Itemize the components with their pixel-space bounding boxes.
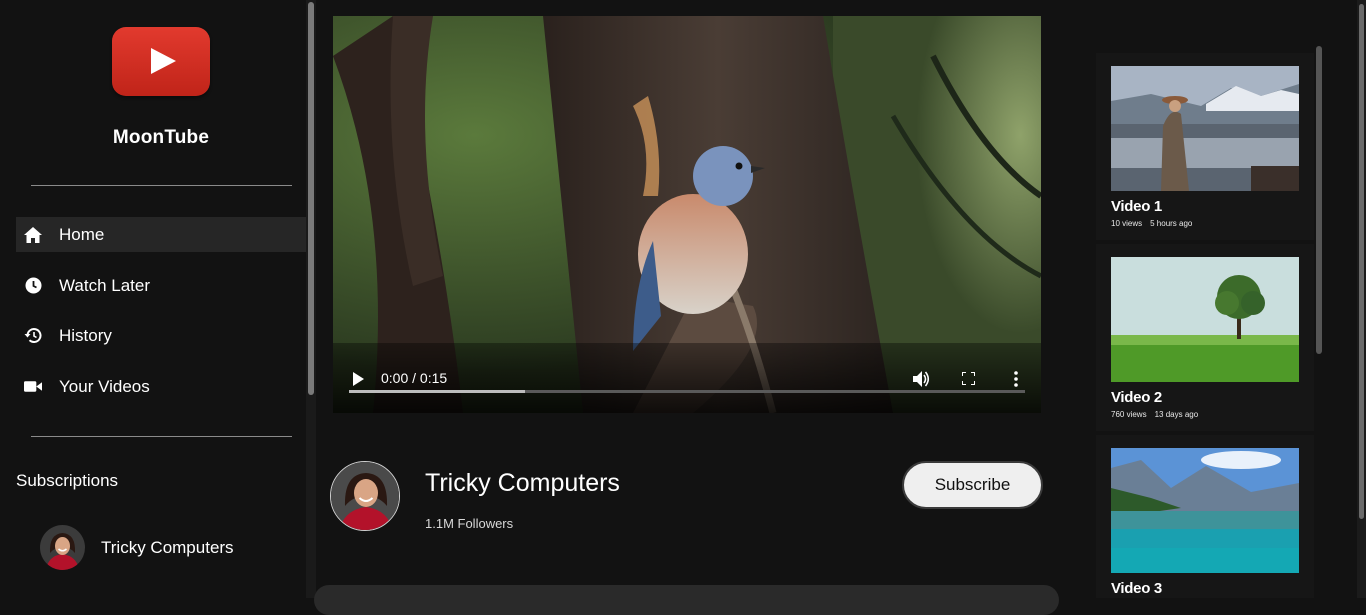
nav-item-label: History: [59, 325, 112, 345]
comment-input[interactable]: [314, 585, 1059, 615]
play-icon[interactable]: [352, 372, 364, 386]
nav-item-label: Your Videos: [59, 376, 150, 396]
nav-item-label: Watch Later: [59, 275, 151, 295]
video-meta: 760 views 13 days ago: [1111, 410, 1198, 419]
video-age: 5 hours ago: [1150, 219, 1193, 228]
volume-icon[interactable]: [913, 371, 930, 387]
recommended-list: Video 1 10 views 5 hours ago Video 2 760 …: [1096, 53, 1314, 598]
recommended-scrollbar[interactable]: [1316, 46, 1322, 354]
video-age: 13 days ago: [1154, 410, 1199, 419]
video-thumbnail[interactable]: [1111, 66, 1299, 191]
video-views: 10 views: [1111, 219, 1143, 228]
scrollbar-thumb[interactable]: [308, 2, 314, 395]
channel-name[interactable]: Tricky Computers: [425, 469, 620, 498]
nav-item-watch-later[interactable]: Watch Later: [16, 268, 306, 303]
video-thumbnail[interactable]: [1111, 257, 1299, 382]
video-title[interactable]: Video 3: [1111, 580, 1162, 597]
video-player[interactable]: 0:00 / 0:15: [333, 16, 1041, 413]
player-progress-bar[interactable]: [349, 390, 1025, 393]
video-card[interactable]: Video 3: [1096, 435, 1314, 598]
nav-item-home[interactable]: Home: [16, 217, 306, 252]
avatar: [40, 525, 85, 570]
subscribe-button[interactable]: Subscribe: [902, 461, 1043, 509]
moontube-logo[interactable]: [112, 27, 210, 96]
clock-icon: [24, 277, 42, 295]
divider: [31, 185, 292, 186]
player-controls: 0:00 / 0:15: [333, 343, 1041, 413]
video-meta: 10 views 5 hours ago: [1111, 219, 1192, 228]
channel-avatar[interactable]: [330, 461, 400, 531]
history-icon: [24, 327, 42, 345]
sidebar: MoonTube Home Watch Later History Your V…: [0, 0, 306, 598]
video-title[interactable]: Video 2: [1111, 389, 1162, 406]
video-card[interactable]: Video 2 760 views 13 days ago: [1096, 244, 1314, 431]
video-camera-icon: [24, 378, 42, 396]
video-thumbnail[interactable]: [1111, 448, 1299, 573]
sidebar-scrollbar[interactable]: [306, 0, 316, 598]
scrollbar-thumb[interactable]: [1359, 4, 1364, 519]
fullscreen-icon[interactable]: [962, 372, 975, 385]
more-vert-icon[interactable]: [1014, 371, 1018, 387]
channel-followers: 1.1M Followers: [425, 516, 514, 531]
nav-item-your-videos[interactable]: Your Videos: [16, 369, 306, 404]
player-time: 0:00 / 0:15: [381, 370, 448, 386]
subscription-name: Tricky Computers: [101, 537, 234, 557]
divider: [31, 436, 292, 437]
page-scrollbar[interactable]: [1357, 0, 1366, 598]
video-card[interactable]: Video 1 10 views 5 hours ago: [1096, 53, 1314, 240]
nav-item-label: Home: [59, 224, 105, 244]
app-name: MoonTube: [112, 127, 210, 148]
progress-fill: [349, 390, 525, 393]
home-icon: [24, 226, 42, 244]
video-title[interactable]: Video 1: [1111, 198, 1162, 215]
subscription-item[interactable]: Tricky Computers: [40, 525, 234, 570]
subscriptions-title: Subscriptions: [16, 471, 119, 490]
play-logo-icon: [151, 48, 176, 74]
nav-item-history[interactable]: History: [16, 318, 306, 353]
video-views: 760 views: [1111, 410, 1147, 419]
